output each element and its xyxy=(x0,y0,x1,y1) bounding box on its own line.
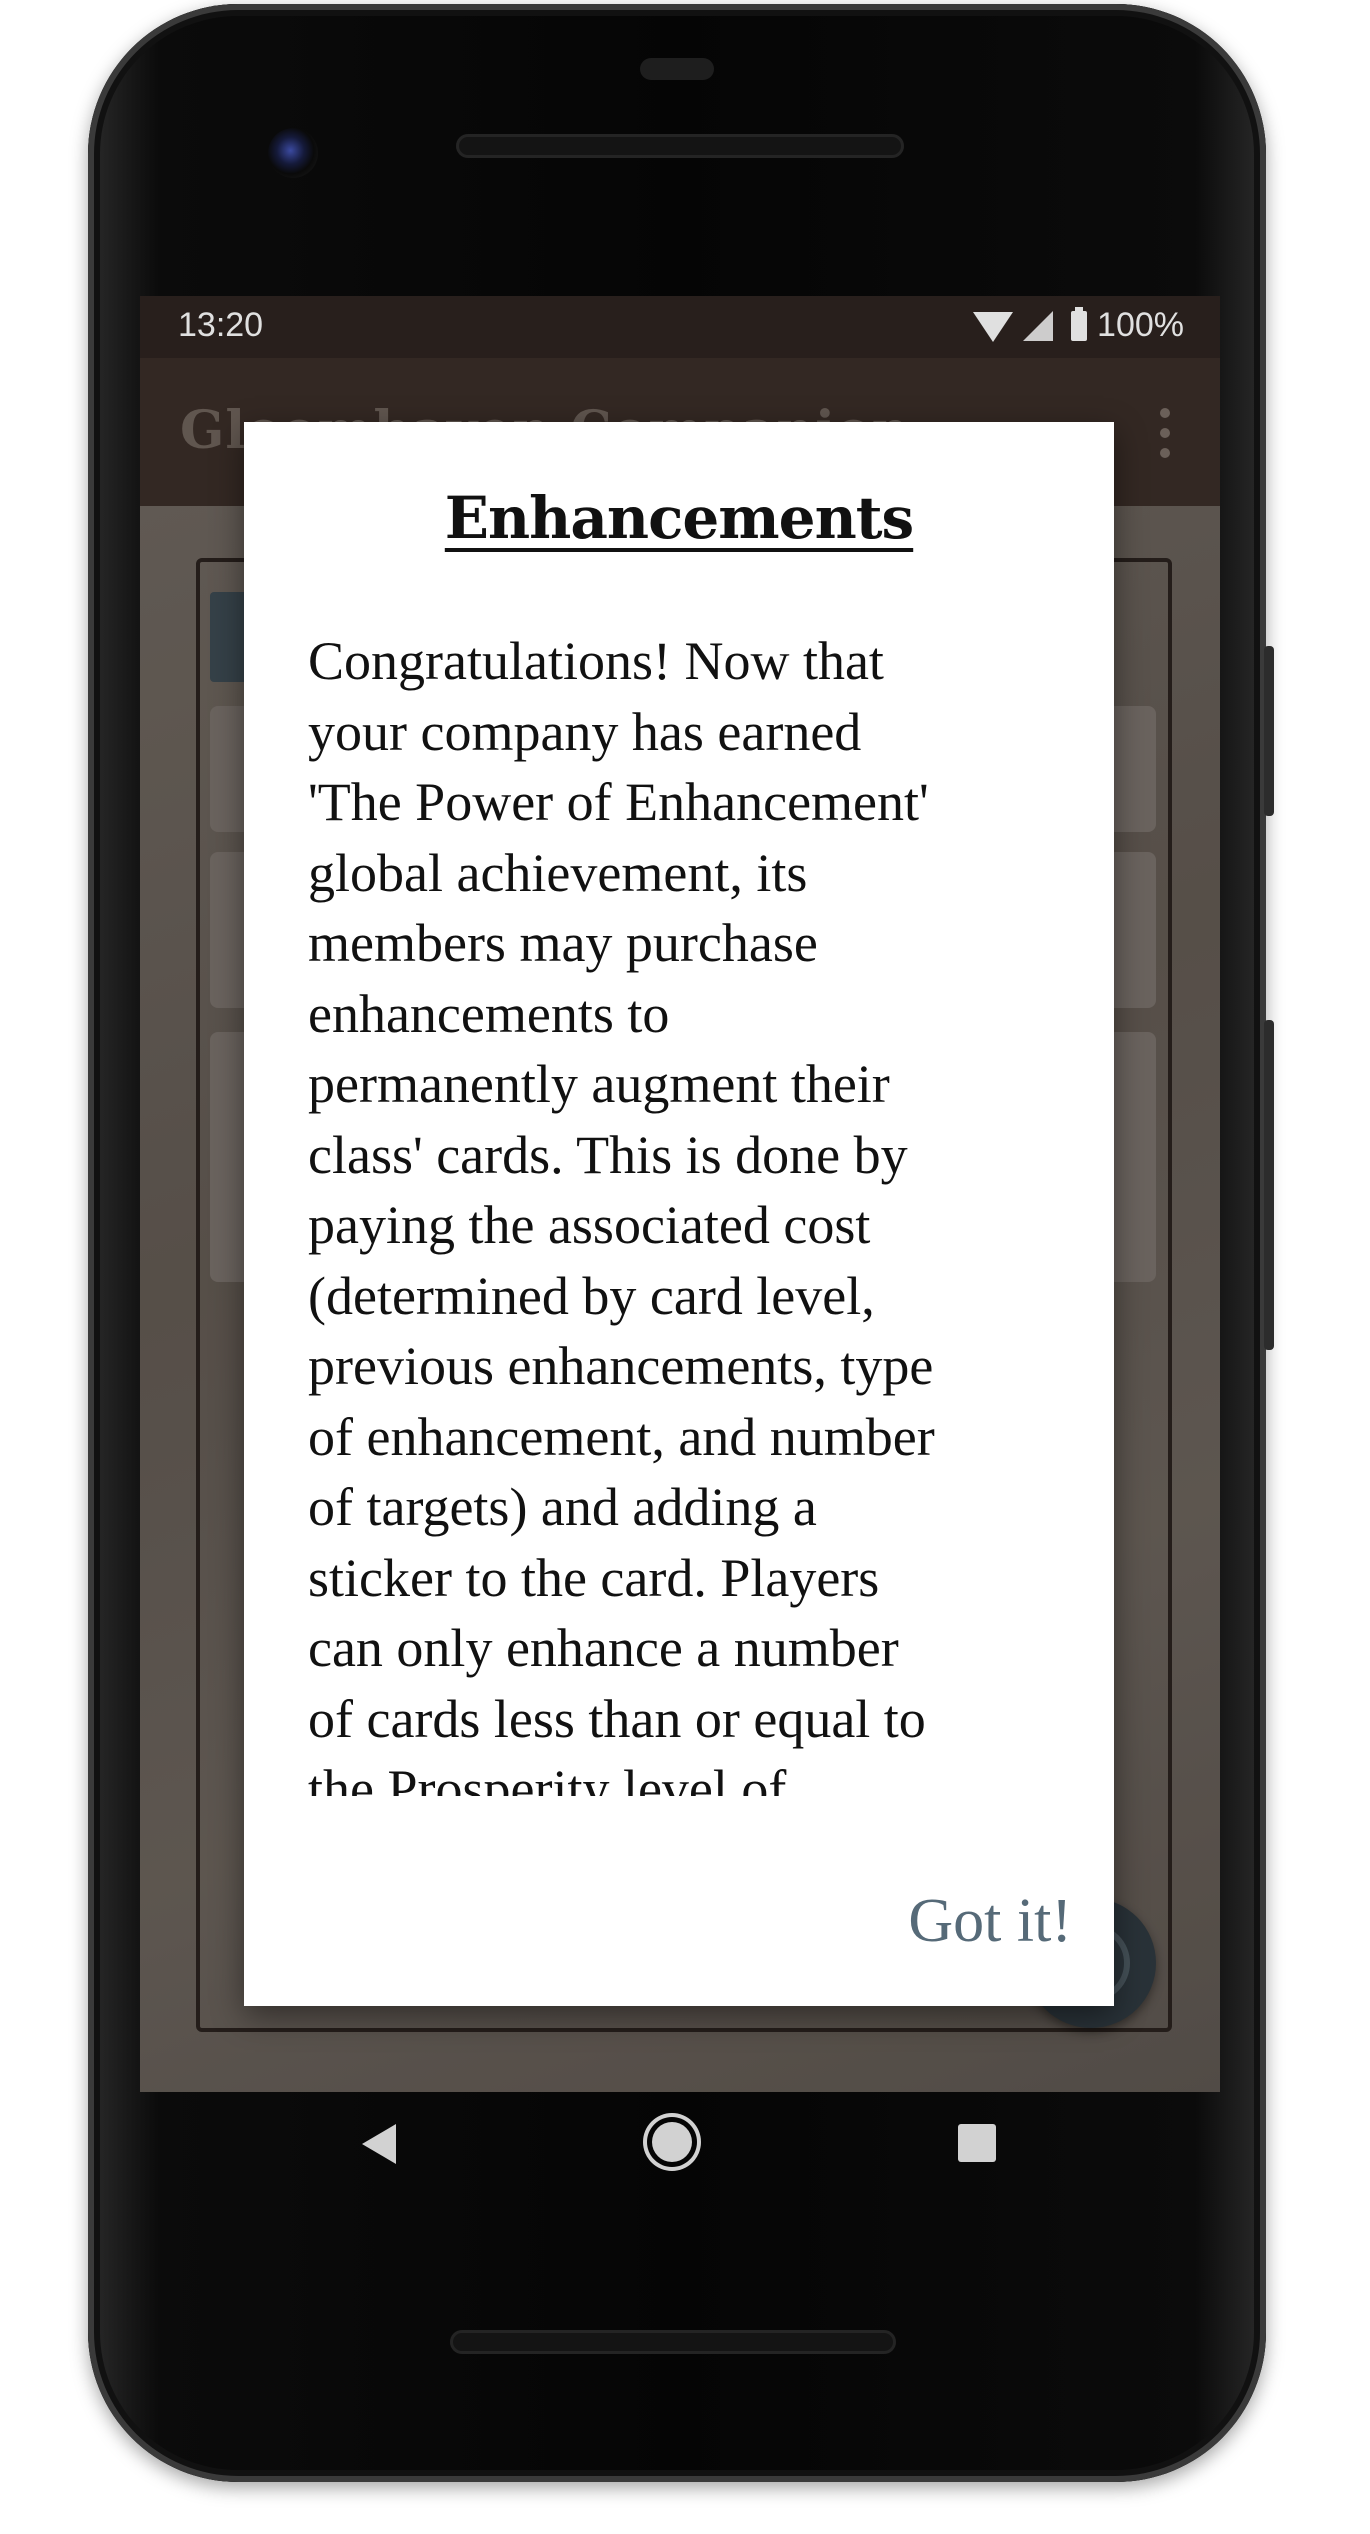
front-camera xyxy=(268,128,318,178)
back-icon[interactable] xyxy=(362,2124,396,2164)
bottom-speaker-grille xyxy=(450,2330,896,2354)
dialog-body-text[interactable]: Congratulations! Now that your company h… xyxy=(308,626,1068,1796)
home-icon[interactable] xyxy=(652,2122,692,2162)
top-speaker-grille xyxy=(456,134,904,158)
proximity-sensor xyxy=(640,58,714,80)
device-screen: 13:20 100% Gloomhaven Companion Enhancem… xyxy=(140,296,1220,2092)
dialog-title: Enhancements xyxy=(444,484,914,552)
enhancements-dialog: Enhancements Congratulations! Now that y… xyxy=(244,422,1114,2006)
volume-button xyxy=(1264,1020,1274,1350)
power-button xyxy=(1264,646,1274,816)
got-it-button[interactable]: Got it! xyxy=(908,1886,1072,1957)
recents-icon[interactable] xyxy=(958,2124,996,2162)
